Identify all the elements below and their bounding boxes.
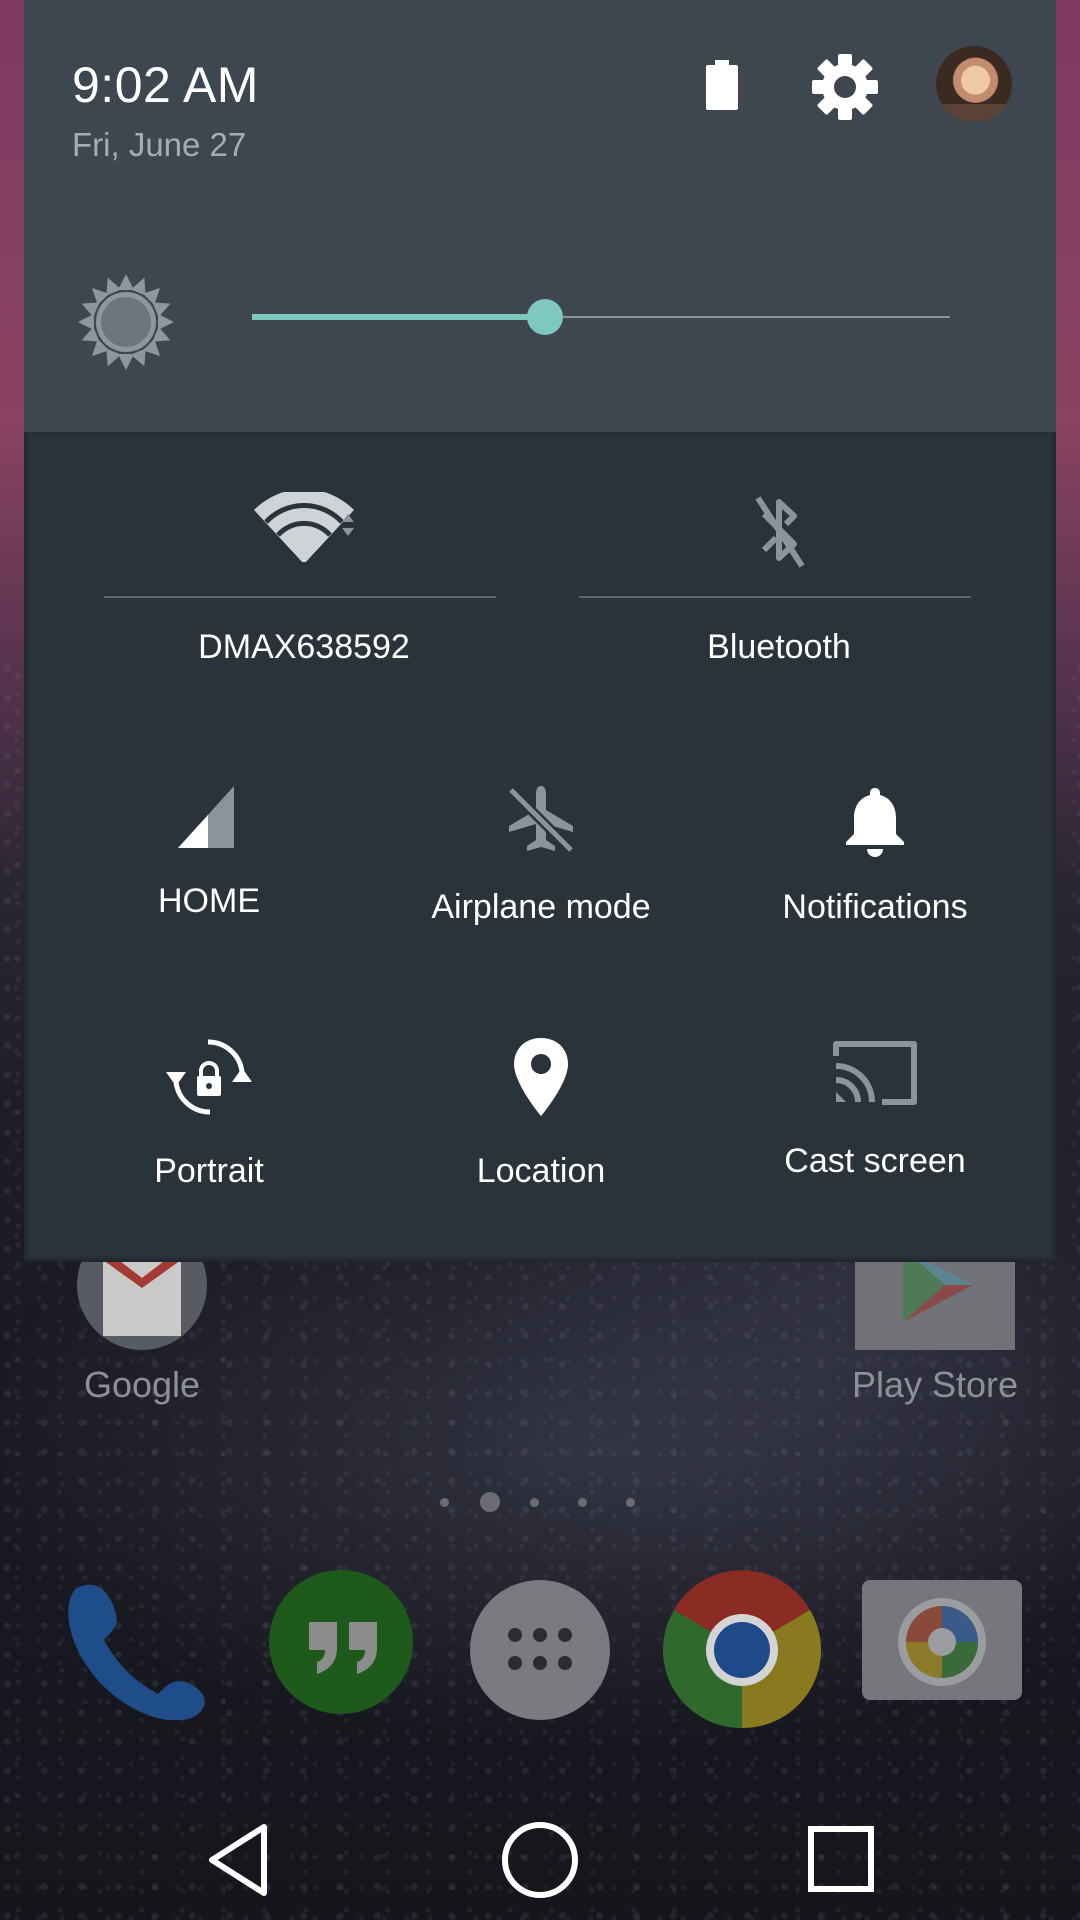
chrome-icon: [662, 1570, 822, 1729]
tile-bluetooth[interactable]: Bluetooth: [579, 492, 979, 667]
app-drawer-icon: [470, 1580, 610, 1720]
tile-notifications[interactable]: Notifications: [730, 782, 1020, 927]
cast-label: Cast screen: [784, 1142, 966, 1180]
sun-icon: [78, 274, 174, 370]
tile-wifi[interactable]: DMAX638592: [104, 492, 504, 667]
date-text: Fri, June 27: [72, 126, 247, 163]
tile-rotation[interactable]: Portrait: [64, 1032, 354, 1191]
location-label: Location: [476, 1152, 606, 1190]
hangouts-app[interactable]: [265, 1570, 415, 1720]
phone-icon: [68, 1584, 205, 1721]
app-label-google: Google: [83, 1364, 201, 1405]
quick-settings-panel: DMAX638592 Bluetooth HOME Airplane mode …: [24, 432, 1056, 1262]
bell-icon: [846, 788, 904, 857]
gear-icon[interactable]: [810, 52, 880, 122]
app-drawer-button[interactable]: [470, 1570, 620, 1720]
slider-thumb[interactable]: [527, 299, 563, 335]
location-pin-icon: [514, 1038, 568, 1116]
wifi-icon: [254, 492, 354, 562]
tile-cast-screen[interactable]: Cast screen: [730, 1032, 1020, 1181]
page-indicator: [430, 1490, 650, 1514]
rotation-label: Portrait: [154, 1152, 264, 1190]
back-button[interactable]: [178, 1810, 298, 1910]
camera-icon: [862, 1580, 1022, 1700]
signal-icon: [178, 786, 234, 848]
tile-airplane-mode[interactable]: Airplane mode: [396, 782, 686, 927]
cast-icon: [833, 1041, 917, 1105]
clock-time: 9:02 AM: [72, 57, 259, 113]
navigation-bar: [0, 1800, 1080, 1920]
user-avatar[interactable]: [936, 46, 1012, 122]
camera-app[interactable]: [862, 1570, 1022, 1720]
phone-app[interactable]: [58, 1570, 208, 1721]
tile-cellular[interactable]: HOME: [64, 782, 354, 921]
bluetooth-label: Bluetooth: [707, 628, 851, 666]
recent-apps-button[interactable]: [780, 1810, 900, 1910]
tile-location[interactable]: Location: [396, 1032, 686, 1191]
battery-icon[interactable]: [704, 60, 740, 110]
wifi-divider: [104, 596, 496, 598]
cellular-label: HOME: [158, 882, 260, 920]
app-label-play-store: Play Store: [851, 1364, 1019, 1405]
slider-fill: [252, 314, 545, 320]
notification-shade-header: 9:02 AM Fri, June 27: [24, 0, 1056, 432]
hangouts-icon: [269, 1570, 413, 1714]
home-circle-icon: [502, 1822, 578, 1898]
bluetooth-off-icon: [755, 496, 805, 568]
airplane-off-icon: [507, 786, 575, 854]
recents-square-icon: [808, 1826, 874, 1892]
airplane-label: Airplane mode: [431, 888, 651, 926]
home-button[interactable]: [480, 1810, 600, 1910]
back-icon: [209, 1824, 267, 1896]
bluetooth-divider: [579, 596, 971, 598]
chrome-app[interactable]: [662, 1570, 822, 1729]
brightness-slider[interactable]: [252, 292, 972, 342]
notifications-label: Notifications: [782, 888, 968, 926]
wifi-label: DMAX638592: [198, 628, 410, 666]
rotation-lock-icon: [166, 1039, 252, 1115]
